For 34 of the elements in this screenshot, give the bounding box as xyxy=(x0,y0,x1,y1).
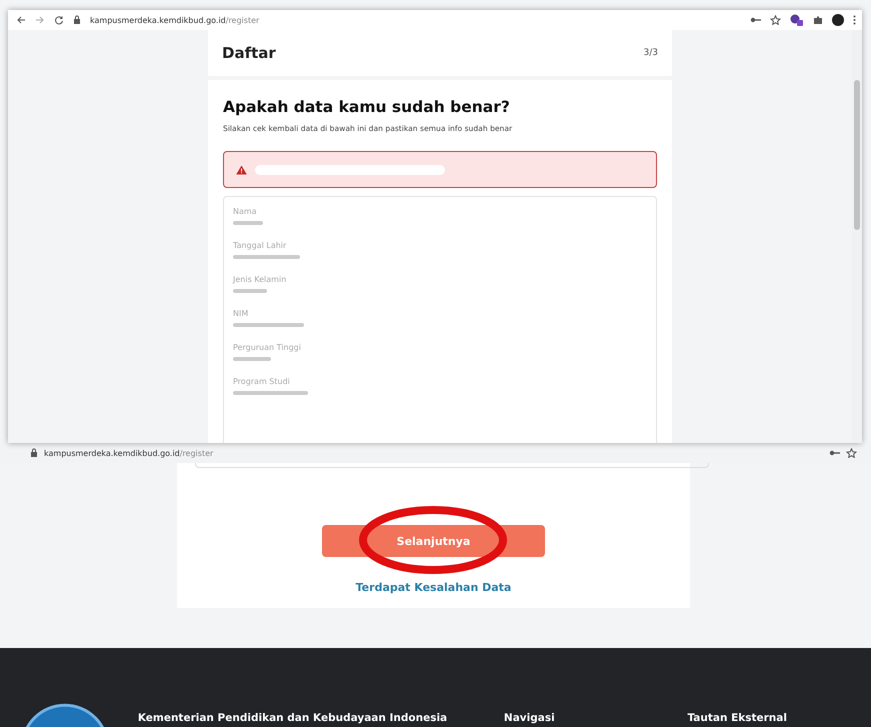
key-icon[interactable] xyxy=(829,449,840,457)
step-counter: 3/3 xyxy=(644,48,658,58)
field-label: NIM xyxy=(233,309,250,318)
star-icon[interactable] xyxy=(846,448,857,458)
lock-icon xyxy=(30,448,38,458)
star-icon[interactable] xyxy=(770,15,781,25)
field-label: Perguruan Tinggi xyxy=(233,343,302,352)
scrollbar[interactable] xyxy=(852,30,862,443)
warning-icon xyxy=(236,164,247,174)
extension-icon[interactable] xyxy=(790,14,804,26)
blurred-value xyxy=(233,289,267,293)
footer-heading: Navigasi xyxy=(504,712,556,726)
avatar-icon[interactable] xyxy=(832,14,844,26)
data-error-link[interactable]: Terdapat Kesalahan Data xyxy=(356,581,512,594)
reload-icon[interactable] xyxy=(54,15,64,25)
field-label: Program Studi xyxy=(233,377,291,386)
url-text[interactable]: kampusmerdeka.kemdikbud.go.id/register xyxy=(44,448,214,458)
page-title: Daftar xyxy=(222,44,276,62)
field-label: Nama xyxy=(233,207,258,216)
blurred-value xyxy=(233,255,300,259)
blurred-value xyxy=(233,221,263,225)
field-label: Tanggal Lahir xyxy=(233,241,288,250)
key-icon[interactable] xyxy=(750,16,761,24)
footer-title: Kementerian Pendidikan dan Kebudayaan Indonesia xyxy=(138,712,448,726)
lock-icon xyxy=(73,15,81,25)
footer-heading: Tautan Eksternal xyxy=(687,712,788,726)
url-text[interactable]: kampusmerdeka.kemdikbud.go.id/register xyxy=(90,16,260,24)
scrollbar-thumb[interactable] xyxy=(854,80,860,230)
blurred-value xyxy=(233,357,271,361)
menu-icon[interactable] xyxy=(853,15,856,25)
blurred-value xyxy=(233,323,304,327)
back-arrow-icon[interactable] xyxy=(16,15,26,25)
field-label: Jenis Kelamin xyxy=(233,275,288,284)
review-heading: Apakah data kamu sudah benar? xyxy=(223,98,511,116)
